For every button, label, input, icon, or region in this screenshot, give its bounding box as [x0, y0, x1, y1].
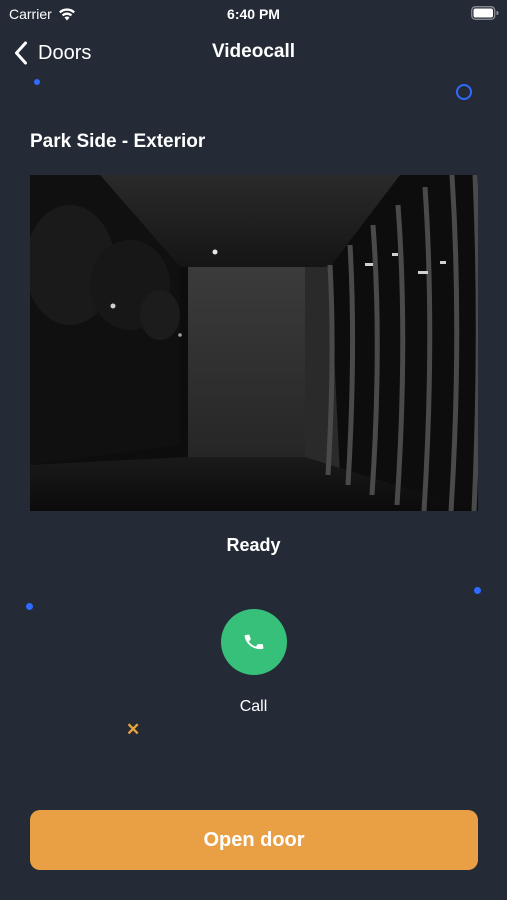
decor-ring-top-right	[456, 84, 472, 100]
status-bar: Carrier 6:40 PM	[0, 0, 507, 28]
call-label: Call	[239, 698, 268, 715]
phone-icon	[244, 634, 264, 650]
decor-cross-icon: ✕	[126, 720, 141, 739]
location-title: Park Side - Exterior	[30, 131, 206, 152]
decor-dot-mid-left	[26, 603, 33, 610]
call-status: Ready	[226, 535, 281, 555]
decor-dot-mid-right	[474, 587, 481, 594]
page-title: Videocall	[211, 41, 296, 62]
open-door-button[interactable]: Open door	[30, 810, 478, 870]
battery-icon	[471, 6, 499, 20]
camera-image	[30, 175, 478, 511]
video-feed	[30, 175, 478, 511]
call-button[interactable]	[221, 609, 287, 675]
clock: 6:40 PM	[227, 6, 280, 22]
navigation-bar: Doors Videocall	[0, 36, 507, 70]
decor-dot-top-left	[34, 79, 40, 85]
